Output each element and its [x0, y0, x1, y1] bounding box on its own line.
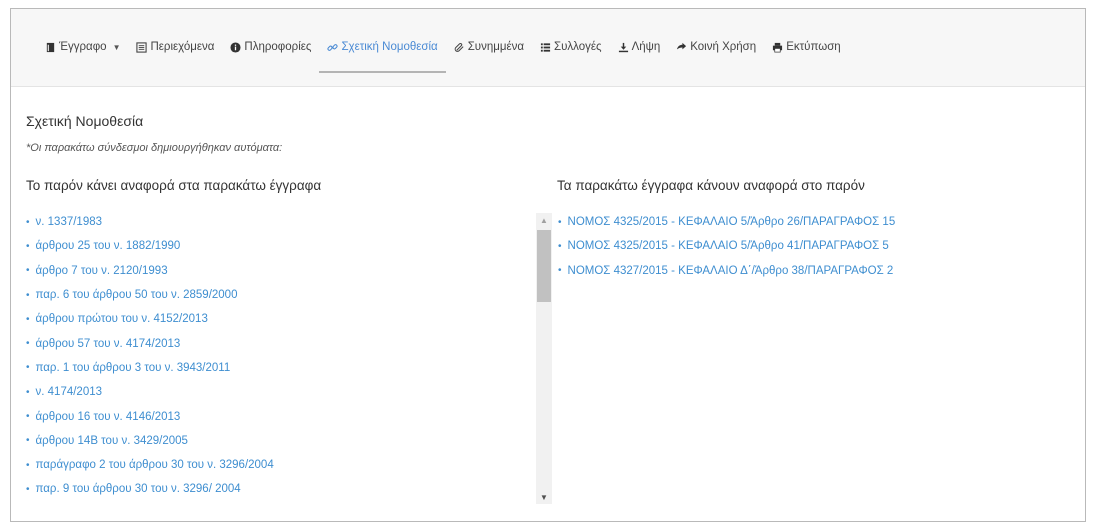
bullet-icon: •	[26, 483, 30, 495]
reference-link[interactable]: ν. 1337/1983	[36, 216, 103, 228]
reference-link[interactable]: ΝΟΜΟΣ 4325/2015 - ΚΕΦΑΛΑΙΟ 5/Άρθρο 41/ΠΑ…	[568, 240, 889, 252]
tab-download[interactable]: Λήψη	[610, 37, 669, 57]
bullet-icon: •	[26, 362, 30, 374]
list-item[interactable]: • άρθρου πρώτου του ν. 4152/2013	[26, 307, 526, 331]
tab-label: Λήψη	[631, 41, 661, 53]
tab-label: Σχετική Νομοθεσία	[341, 41, 438, 53]
bullet-icon: •	[26, 435, 30, 447]
reference-link[interactable]: άρθρο 7 του ν. 2120/1993	[36, 265, 168, 277]
list-item[interactable]: • παρ. 9 του άρθρου 30 του ν. 3296/ 2004	[26, 477, 526, 501]
bullet-icon: •	[26, 265, 30, 277]
bullet-icon: •	[26, 240, 30, 252]
list-item[interactable]: • παρ. 1 του άρθρου 3 του ν. 3943/2011	[26, 356, 526, 380]
tab-document[interactable]: Έγγραφο ▼	[37, 37, 128, 57]
paperclip-icon	[454, 42, 465, 53]
link-icon	[327, 42, 338, 53]
tab-label: Περιεχόμενα	[150, 41, 215, 53]
reference-link[interactable]: άρθρου 57 του ν. 4174/2013	[36, 338, 181, 350]
reference-link[interactable]: παράγραφο 2 του άρθρου 30 του ν. 3296/20…	[36, 459, 274, 471]
list-item[interactable]: • άρθρου 25 του ν. 1882/1990	[26, 234, 526, 258]
reference-link[interactable]: ν. 4174/2013	[36, 386, 103, 398]
tab-share[interactable]: Κοινή Χρήση	[668, 37, 764, 57]
tab-label: Κοινή Χρήση	[690, 41, 757, 53]
references-to-heading: Τα παρακάτω έγγραφα κάνουν αναφορά στο π…	[557, 178, 865, 193]
tab-label: Εκτύπωση	[786, 41, 841, 53]
tab-label: Συλλογές	[554, 41, 602, 53]
tab-collections[interactable]: Συλλογές	[532, 37, 610, 57]
list-item[interactable]: • άρθρο 7 του ν. 2120/1993	[26, 259, 526, 283]
print-icon	[772, 42, 783, 53]
list-icon	[136, 41, 148, 53]
tab-label: Έγγραφο	[59, 41, 107, 53]
bullet-icon: •	[26, 313, 30, 325]
list-item[interactable]: • ΝΟΜΟΣ 4325/2015 - ΚΕΦΑΛΑΙΟ 5/Άρθρο 26/Π…	[558, 210, 1058, 234]
tab-related-legislation[interactable]: Σχετική Νομοθεσία	[319, 37, 446, 73]
reference-link[interactable]: παρ. 1 του άρθρου 3 του ν. 3943/2011	[36, 362, 231, 374]
scroll-down-arrow-icon[interactable]: ▼	[536, 490, 552, 504]
download-icon	[618, 42, 629, 53]
bullet-icon: •	[558, 216, 562, 228]
section-title: Σχετική Νομοθεσία	[26, 113, 144, 129]
reference-link[interactable]: άρθρου πρώτου του ν. 4152/2013	[36, 313, 208, 325]
bullet-icon: •	[26, 289, 30, 301]
scrollbar-thumb[interactable]	[537, 230, 551, 302]
list-scrollbar[interactable]: ▲ ▼	[536, 213, 552, 504]
tab-print[interactable]: Εκτύπωση	[764, 37, 849, 57]
list-item[interactable]: • ν. 1337/1983	[26, 210, 526, 234]
info-icon	[230, 41, 241, 53]
bullet-icon: •	[26, 411, 30, 423]
file-icon	[45, 42, 56, 53]
tab-attachments[interactable]: Συνημμένα	[446, 37, 532, 57]
bullet-icon: •	[26, 386, 30, 398]
bullet-icon: •	[26, 216, 30, 228]
chevron-down-icon: ▼	[112, 42, 121, 52]
references-from-list: • ν. 1337/1983 • άρθρου 25 του ν. 1882/19…	[26, 210, 526, 510]
bullet-icon: •	[26, 459, 30, 471]
document-toolbar: Έγγραφο ▼ Περιεχόμενα Πληροφορίες Σχετικ…	[11, 9, 1085, 87]
tab-label: Συνημμένα	[467, 41, 525, 53]
reference-link[interactable]: άρθρου 16 του ν. 4146/2013	[36, 411, 181, 423]
list-item[interactable]: • άρθρου 14Β του ν. 3429/2005	[26, 429, 526, 453]
reference-link[interactable]: άρθρου 14Β του ν. 3429/2005	[36, 435, 188, 447]
collection-icon	[540, 42, 551, 53]
reference-link[interactable]: παρ. 9 του άρθρου 30 του ν. 3296/ 2004	[36, 483, 241, 495]
references-to-list: • ΝΟΜΟΣ 4325/2015 - ΚΕΦΑΛΑΙΟ 5/Άρθρο 26/Π…	[558, 210, 1058, 283]
scroll-up-arrow-icon[interactable]: ▲	[536, 213, 552, 227]
list-item[interactable]: • παράγραφο 2 του άρθρου 30 του ν. 3296/…	[26, 453, 526, 477]
reference-link[interactable]: ΝΟΜΟΣ 4325/2015 - ΚΕΦΑΛΑΙΟ 5/Άρθρο 26/ΠΑ…	[568, 216, 896, 228]
list-item[interactable]: • άρθρου 16 του ν. 4146/2013	[26, 404, 526, 428]
references-from-heading: Το παρόν κάνει αναφορά στα παρακάτω έγγρ…	[26, 178, 322, 193]
auto-generated-note: *Οι παρακάτω σύνδεσμοι δημιουργήθηκαν αυ…	[26, 142, 283, 154]
list-item[interactable]: • ΝΟΜΟΣ 4327/2015 - ΚΕΦΑΛΑΙΟ Δ΄/Άρθρο 38/…	[558, 259, 1058, 283]
reference-link[interactable]: άρθρου 25 του ν. 1882/1990	[36, 240, 181, 252]
list-item[interactable]: • ν. 4174/2013	[26, 380, 526, 404]
reference-link[interactable]: ΝΟΜΟΣ 4327/2015 - ΚΕΦΑΛΑΙΟ Δ΄/Άρθρο 38/Π…	[568, 265, 894, 277]
share-icon	[676, 42, 687, 53]
list-item[interactable]: • παρ. 6 του άρθρου 50 του ν. 2859/2000	[26, 283, 526, 307]
reference-link[interactable]: παρ. 6 του άρθρου 50 του ν. 2859/2000	[36, 289, 238, 301]
tab-info[interactable]: Πληροφορίες	[222, 37, 319, 57]
tab-contents[interactable]: Περιεχόμενα	[128, 37, 222, 57]
bullet-icon: •	[558, 265, 562, 277]
toolbar-tabs: Έγγραφο ▼ Περιεχόμενα Πληροφορίες Σχετικ…	[37, 37, 849, 73]
list-item[interactable]: • άρθρου 57 του ν. 4174/2013	[26, 331, 526, 355]
tab-label: Πληροφορίες	[244, 41, 312, 53]
bullet-icon: •	[26, 338, 30, 350]
bullet-icon: •	[558, 240, 562, 252]
list-item[interactable]: • ΝΟΜΟΣ 4325/2015 - ΚΕΦΑΛΑΙΟ 5/Άρθρο 41/Π…	[558, 234, 1058, 258]
